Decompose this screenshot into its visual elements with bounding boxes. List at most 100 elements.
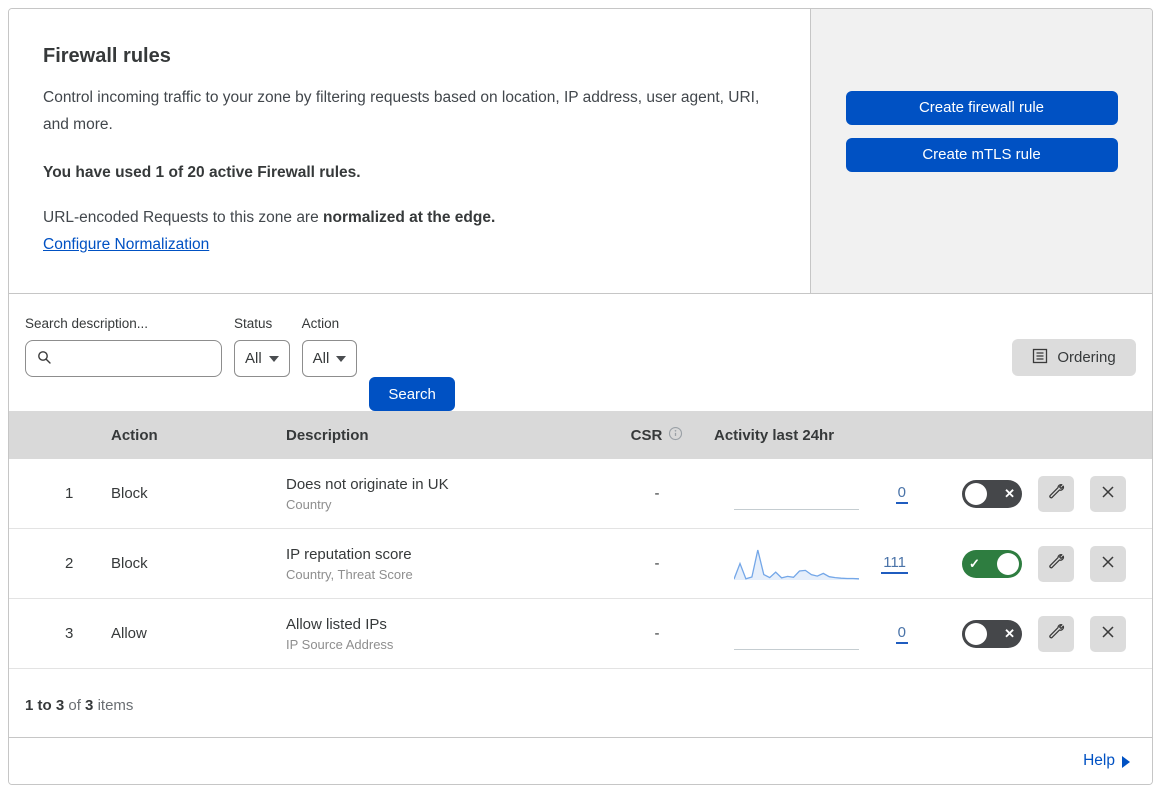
rule-action: Block	[111, 485, 148, 502]
delete-rule-button[interactable]	[1090, 545, 1126, 582]
page-description: Control incoming traffic to your zone by…	[43, 89, 760, 134]
rule-description: IP reputation score	[286, 545, 412, 563]
list-document-icon	[1032, 348, 1048, 368]
activity-sparkline-chart	[734, 546, 859, 582]
create-firewall-rule-button[interactable]: Create firewall rule	[845, 90, 1118, 125]
normalization-bold: normalized at the edge.	[323, 209, 496, 227]
pagination-summary: 1 to 3 of 3 items	[9, 669, 1152, 738]
table-row: 1 Block Does not originate in UK Country…	[9, 459, 1152, 529]
x-icon	[1100, 554, 1116, 573]
page-title: Firewall rules	[43, 45, 171, 67]
rule-priority: 2	[65, 555, 74, 572]
info-circle-icon[interactable]	[668, 426, 683, 445]
search-icon	[36, 349, 52, 369]
table-header-row: Action Description CSR Activity last 24h…	[9, 411, 1152, 459]
activity-count-link[interactable]: 0	[895, 624, 908, 644]
ordering-button[interactable]: Ordering	[1012, 339, 1136, 376]
x-mark-icon: ✕	[1004, 486, 1015, 501]
toggle-knob	[997, 552, 1019, 575]
status-dropdown[interactable]: All	[234, 340, 290, 377]
rule-enabled-toggle[interactable]: ✕	[962, 619, 1022, 648]
rule-activity-cell: 111	[706, 546, 916, 582]
configure-normalization-link[interactable]: Configure Normalization	[43, 236, 209, 254]
usage-summary: You have used 1 of 20 active Firewall ru…	[43, 164, 361, 182]
rule-csr-value: -	[654, 555, 660, 572]
activity-sparkline-flat	[734, 616, 859, 652]
of-text: of	[68, 697, 81, 714]
firewall-rules-page: Firewall rules Control incoming traffic …	[8, 8, 1153, 785]
description-column-header: Description	[286, 426, 369, 444]
delete-rule-button[interactable]	[1090, 615, 1126, 652]
status-dropdown-value: All	[245, 350, 262, 367]
right-triangle-icon	[1122, 756, 1130, 768]
search-input-box[interactable]	[25, 340, 257, 377]
search-input[interactable]	[58, 350, 257, 367]
rule-description-cell: Allow listed IPs IP Source Address	[278, 616, 608, 652]
toggle-knob	[965, 482, 987, 505]
rule-priority: 1	[65, 485, 74, 502]
rule-priority: 3	[65, 625, 74, 642]
activity-count-link[interactable]: 111	[881, 554, 908, 574]
items-total: 3	[85, 697, 94, 714]
rule-controls-cell: ✕	[916, 475, 1152, 512]
help-link[interactable]: Help	[1083, 752, 1130, 770]
caret-down-icon	[336, 355, 347, 362]
x-mark-icon: ✕	[1004, 626, 1015, 641]
activity-sparkline-flat	[734, 476, 859, 512]
caret-down-icon	[268, 355, 279, 362]
check-mark-icon: ✓	[969, 556, 980, 571]
filter-toolbar: Search description... Status All Action …	[9, 294, 1152, 411]
action-filter-group: Action All	[301, 316, 358, 377]
header-text-panel: Firewall rules Control incoming traffic …	[9, 9, 811, 293]
status-filter-group: Status All	[234, 316, 290, 377]
create-mtls-rule-button[interactable]: Create mTLS rule	[845, 137, 1118, 172]
table-row: 3 Allow Allow listed IPs IP Source Addre…	[9, 599, 1152, 669]
rule-description-cell: Does not originate in UK Country	[278, 476, 608, 512]
rule-match-fields: Country	[286, 496, 332, 512]
items-range: 1 to 3	[25, 697, 65, 714]
action-column-header: Action	[111, 426, 158, 444]
delete-rule-button[interactable]	[1090, 475, 1126, 512]
rule-activity-cell: 0	[706, 616, 916, 652]
rule-match-fields: IP Source Address	[286, 636, 394, 652]
rule-enabled-toggle[interactable]: ✓	[962, 549, 1022, 578]
normalization-note: URL-encoded Requests to this zone are no…	[43, 209, 770, 227]
edit-rule-button[interactable]	[1038, 545, 1074, 582]
action-dropdown-value: All	[312, 350, 330, 367]
x-icon	[1100, 624, 1116, 643]
ordering-button-label: Ordering	[1057, 349, 1116, 366]
search-label: Search description...	[25, 316, 149, 331]
header-actions-panel: Create firewall rule Create mTLS rule	[811, 9, 1152, 293]
action-dropdown[interactable]: All	[301, 340, 358, 377]
activity-count-link[interactable]: 0	[895, 484, 908, 504]
help-link-label: Help	[1083, 752, 1115, 769]
x-icon	[1100, 484, 1116, 503]
edit-rule-button[interactable]	[1038, 615, 1074, 652]
rule-description: Allow listed IPs	[286, 615, 387, 633]
status-label: Status	[234, 316, 273, 331]
rule-controls-cell: ✕	[916, 615, 1152, 652]
rule-match-fields: Country, Threat Score	[286, 566, 413, 582]
rule-description: Does not originate in UK	[286, 475, 449, 493]
search-button[interactable]: Search	[369, 377, 455, 411]
rule-csr-value: -	[654, 625, 660, 642]
rule-controls-cell: ✓	[916, 545, 1152, 582]
wrench-icon	[1047, 623, 1065, 644]
header-section: Firewall rules Control incoming traffic …	[9, 9, 1152, 294]
search-field-group: Search description...	[25, 316, 257, 377]
rule-description-cell: IP reputation score Country, Threat Scor…	[278, 546, 608, 582]
rule-enabled-toggle[interactable]: ✕	[962, 479, 1022, 508]
csr-column-header: CSR	[608, 426, 706, 445]
table-row: 2 Block IP reputation score Country, Thr…	[9, 529, 1152, 599]
action-label: Action	[301, 316, 340, 331]
normalization-prefix: URL-encoded Requests to this zone are	[43, 209, 324, 227]
toggle-knob	[965, 622, 987, 645]
rule-action: Allow	[111, 625, 147, 642]
help-bar: Help	[9, 738, 1152, 784]
rule-activity-cell: 0	[706, 476, 916, 512]
edit-rule-button[interactable]	[1038, 475, 1074, 512]
rule-action: Block	[111, 555, 148, 572]
activity-column-header: Activity last 24hr	[714, 426, 835, 444]
wrench-icon	[1047, 483, 1065, 504]
items-text: items	[97, 697, 134, 714]
